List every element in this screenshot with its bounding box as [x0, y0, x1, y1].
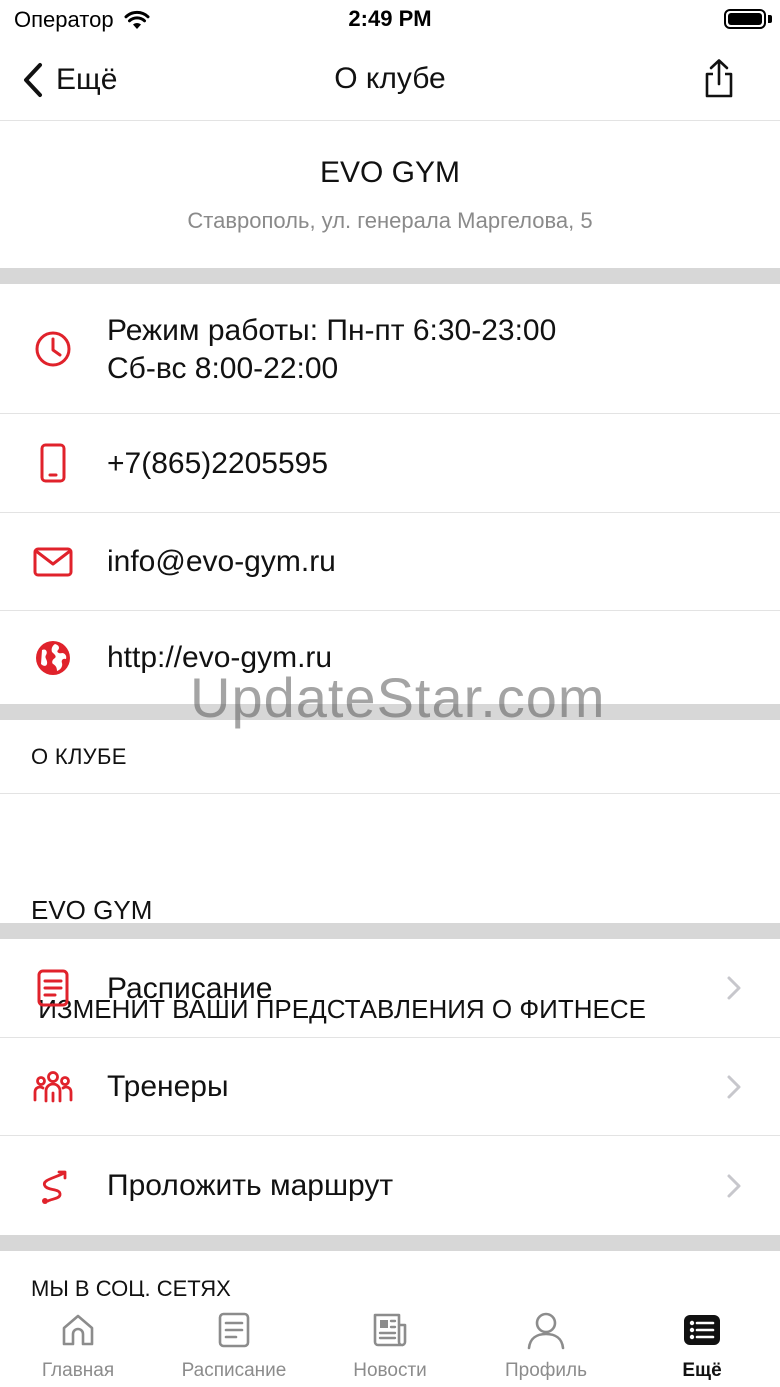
route-icon	[32, 1165, 74, 1207]
more-list-icon	[682, 1310, 722, 1350]
phone-row[interactable]: +7(865)2205595	[0, 414, 780, 513]
phone-number: +7(865)2205595	[107, 447, 329, 480]
tab-schedule[interactable]: Расписание	[156, 1297, 312, 1387]
tab-label: Главная	[41, 1360, 115, 1381]
tab-label: Расписание	[181, 1360, 287, 1381]
website-url: http://evo-gym.ru	[107, 641, 333, 674]
section-divider	[0, 923, 780, 939]
chevron-right-icon	[727, 976, 741, 1000]
route-label: Проложить маршрут	[107, 1169, 394, 1202]
back-label: Ещё	[56, 63, 118, 96]
schedule-document-icon	[32, 967, 74, 1009]
trainers-label: Тренеры	[107, 1070, 229, 1103]
tab-label: Профиль	[504, 1360, 588, 1381]
globe-icon	[32, 637, 74, 679]
email-address: info@evo-gym.ru	[107, 545, 336, 578]
about-section-title: О КЛУБЕ	[31, 744, 127, 769]
route-link[interactable]: Проложить маршрут	[0, 1136, 780, 1235]
battery-cap	[768, 15, 772, 23]
trainers-group-icon	[32, 1066, 74, 1108]
mail-icon	[32, 541, 74, 583]
chevron-right-icon	[727, 1075, 741, 1099]
about-separator	[0, 793, 780, 794]
tab-home[interactable]: Главная	[0, 1297, 156, 1387]
tab-profile[interactable]: Профиль	[468, 1297, 624, 1387]
battery-icon	[724, 9, 766, 29]
newspaper-icon	[370, 1310, 410, 1350]
status-time: 2:49 PM	[348, 6, 432, 31]
phone-icon	[32, 442, 74, 484]
working-hours-row: Режим работы: Пн-пт 6:30-23:00 Сб-вс 8:0…	[0, 284, 780, 414]
section-divider	[0, 1235, 780, 1251]
club-header: EVO GYM Ставрополь, ул. генерала Маргело…	[0, 122, 780, 268]
tab-bar: Главная Расписание Новости Профиль Ещё	[0, 1297, 780, 1387]
home-icon	[58, 1310, 98, 1350]
club-address: Ставрополь, ул. генерала Маргелова, 5	[187, 208, 593, 233]
tab-news[interactable]: Новости	[312, 1297, 468, 1387]
tab-label: Ещё	[682, 1360, 722, 1381]
email-row[interactable]: info@evo-gym.ru	[0, 513, 780, 611]
club-name: EVO GYM	[319, 156, 461, 189]
status-bar: Оператор 2:49 PM	[0, 0, 780, 40]
website-row[interactable]: http://evo-gym.ru	[0, 611, 780, 704]
trainers-link[interactable]: Тренеры	[0, 1038, 780, 1136]
share-button[interactable]	[698, 58, 740, 102]
working-hours: Режим работы: Пн-пт 6:30-23:00 Сб-вс 8:0…	[107, 312, 556, 388]
working-hours-weekdays: Режим работы: Пн-пт 6:30-23:00	[107, 314, 557, 347]
chevron-right-icon	[727, 1174, 741, 1198]
navigation-bar: Ещё О клубе	[0, 40, 780, 121]
document-icon	[214, 1310, 254, 1350]
tab-more[interactable]: Ещё	[624, 1297, 780, 1387]
back-button[interactable]: Ещё	[22, 58, 117, 102]
tab-label: Новости	[353, 1360, 427, 1381]
schedule-label: Расписание	[107, 972, 273, 1005]
schedule-link[interactable]: Расписание	[0, 939, 780, 1038]
section-divider	[0, 704, 780, 720]
share-icon	[705, 59, 733, 98]
profile-icon	[526, 1310, 566, 1350]
working-hours-weekend: Сб-вс 8:00-22:00	[107, 352, 339, 385]
section-divider	[0, 268, 780, 284]
clock-icon	[32, 328, 74, 370]
chevron-left-icon	[24, 63, 42, 97]
